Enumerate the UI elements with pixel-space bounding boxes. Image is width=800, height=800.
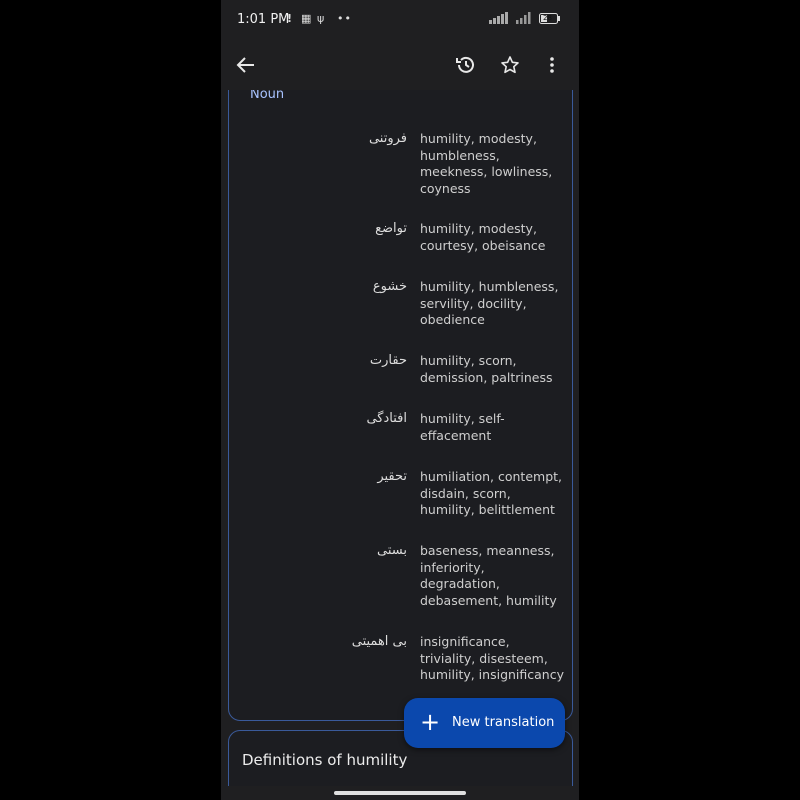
target-words: insignificance, triviality, disesteem, h… [420, 634, 564, 682]
part-of-speech-label: Noun [250, 90, 285, 102]
source-word: فروتنی [368, 131, 407, 146]
top-app-bar [221, 40, 579, 90]
scroll-content[interactable]: Noun فروتنی humility, modesty, humblenes… [221, 90, 579, 786]
star-icon [501, 56, 519, 74]
home-handle[interactable] [334, 791, 466, 795]
alert-icon: ! [287, 12, 293, 25]
new-translation-label: New translation [452, 715, 555, 730]
wifi-icon [489, 12, 509, 27]
usb-icon: ψ [317, 12, 325, 25]
source-word: تحقیر [377, 469, 407, 484]
source-word: خشوع [372, 279, 407, 294]
favorite-button[interactable] [495, 50, 525, 80]
qr-icon: ▦ [301, 12, 312, 25]
source-word: بی اهمیتی [351, 634, 407, 649]
source-word: تواضع [375, 221, 407, 236]
new-translation-button[interactable]: + New translation [404, 698, 565, 748]
source-word: افتادگی [366, 411, 407, 426]
target-words: humility, modesty, humbleness, meekness,… [420, 131, 553, 196]
target-words: humility, humbleness, servility, docilit… [420, 279, 559, 327]
battery-level: 28 [543, 14, 552, 22]
definitions-title: Definitions of humility [242, 751, 408, 769]
status-bar: 1:01 PM ! ▦ ψ •• 28 [221, 0, 579, 40]
back-button[interactable] [231, 50, 261, 80]
history-icon [456, 56, 474, 73]
history-button[interactable] [451, 50, 481, 80]
target-words: humility, modesty, courtesy, obeisance [420, 221, 546, 253]
gesture-nav-bar [221, 786, 579, 800]
more-dots-icon: •• [337, 12, 352, 25]
target-words: humility, self-effacement [420, 411, 505, 443]
target-words: baseness, meanness, inferiority, degrada… [420, 543, 557, 608]
target-words: humility, scorn, demission, paltriness [420, 353, 553, 385]
more-options-button[interactable] [537, 50, 567, 80]
source-word: حقارت [369, 353, 407, 368]
source-word: بستی [377, 543, 407, 558]
arrow-left-icon [236, 57, 254, 73]
target-words: humiliation, contempt, disdain, scorn, h… [420, 469, 563, 517]
signal-icon [516, 12, 532, 27]
translations-card: Noun فروتنی humility, modesty, humblenes… [228, 90, 573, 721]
more-vert-icon [550, 57, 554, 73]
phone-screen: 1:01 PM ! ▦ ψ •• 28 Noun فروتنی humility… [221, 0, 579, 800]
status-time: 1:01 PM [237, 12, 290, 27]
plus-icon: + [420, 708, 441, 736]
